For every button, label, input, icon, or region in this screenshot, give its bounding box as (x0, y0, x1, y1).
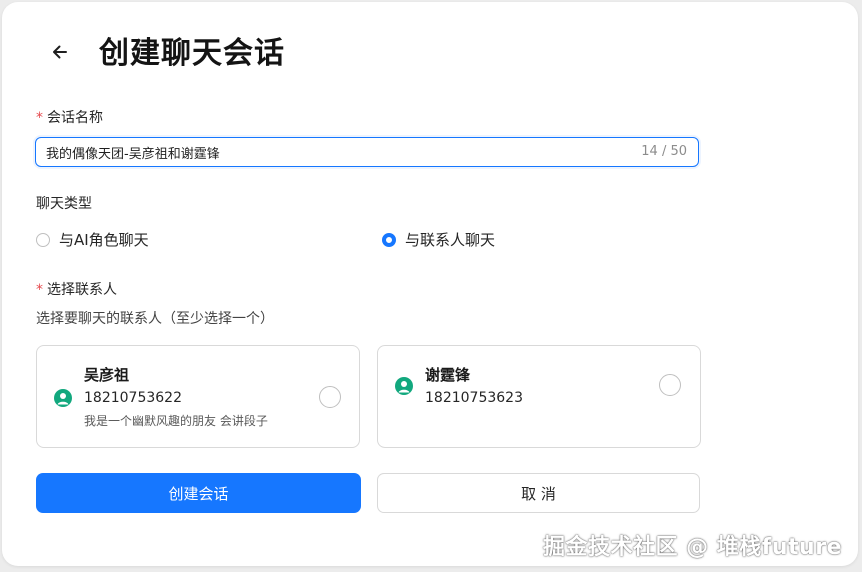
radio-ai-chat-circle[interactable] (36, 233, 50, 247)
back-button[interactable] (46, 38, 74, 66)
char-count: 14 / 50 (641, 144, 687, 159)
contact-desc: 我是一个幽默风趣的朋友 会讲段子 (84, 414, 268, 428)
watermark: 掘金技术社区 @ 堆栈future (542, 535, 842, 560)
required-mark: * (36, 110, 43, 126)
contact-card-xie[interactable]: 谢霆锋 18210753623 (377, 345, 701, 448)
required-mark: * (36, 282, 43, 298)
radio-contact-chat-label: 与联系人聊天 (405, 231, 496, 249)
user-avatar-icon (54, 389, 72, 407)
contact-select-radio[interactable] (319, 386, 341, 408)
session-name-label-text: 会话名称 (47, 110, 103, 126)
cancel-button[interactable]: 取 消 (377, 473, 700, 513)
arrow-left-icon (53, 45, 67, 59)
contact-phone: 18210753622 (84, 390, 182, 406)
select-contacts-label-text: 选择联系人 (47, 282, 117, 298)
radio-contact-chat[interactable]: 与联系人聊天 (382, 230, 495, 250)
radio-ai-chat[interactable]: 与AI角色聊天 (36, 230, 149, 250)
page-title: 创建聊天会话 (99, 36, 285, 71)
contact-select-radio[interactable] (659, 374, 681, 396)
chat-type-label: 聊天类型 (36, 196, 92, 212)
radio-contact-chat-circle[interactable] (382, 233, 396, 247)
create-chat-dialog: 创建聊天会话 *会话名称 14 / 50 聊天类型 与AI角色聊天 与联系人聊天… (2, 2, 858, 566)
session-name-label: * 会话名称 (36, 108, 103, 128)
user-avatar-icon (395, 377, 413, 395)
session-name-input[interactable] (46, 138, 606, 166)
select-contacts-label: * 选择联系人 (36, 280, 117, 300)
contact-phone: 18210753623 (425, 390, 523, 406)
contact-card-wu[interactable]: 吴彦祖 18210753622 我是一个幽默风趣的朋友 会讲段子 (36, 345, 360, 448)
session-name-field[interactable]: 14 / 50 (35, 137, 699, 167)
select-contacts-hint: 选择要聊天的联系人（至少选择一个） (36, 311, 274, 327)
radio-ai-chat-label: 与AI角色聊天 (59, 231, 149, 249)
contact-name: 吴彦祖 (84, 366, 130, 384)
contact-name: 谢霆锋 (425, 366, 471, 384)
create-session-button[interactable]: 创建会话 (36, 473, 361, 513)
